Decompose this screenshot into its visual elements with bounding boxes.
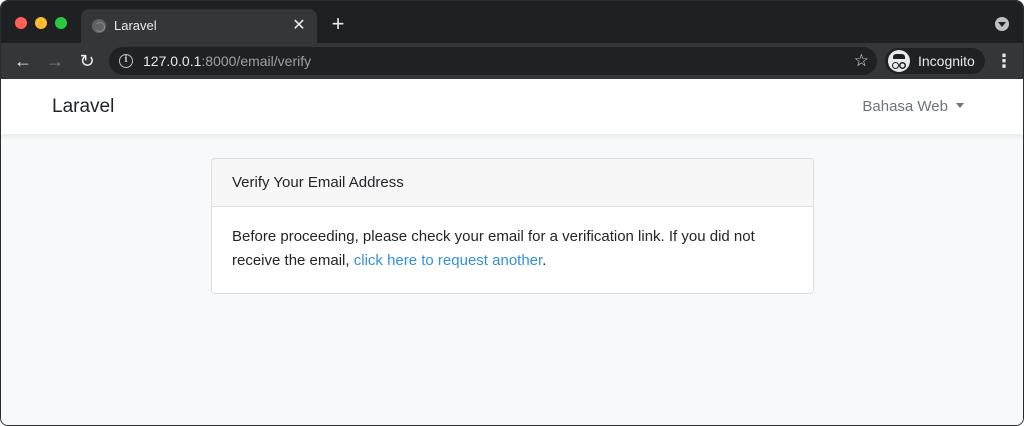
back-button[interactable]: ← — [11, 49, 35, 73]
globe-icon — [92, 19, 106, 33]
browser-window: Laravel ✕ + ← → ↻ i 127.0.0.1:8000/email… — [0, 0, 1024, 426]
maximize-window-button[interactable] — [55, 17, 67, 29]
bookmark-star-icon[interactable]: ☆ — [854, 51, 869, 71]
brand-link[interactable]: Laravel — [52, 96, 114, 118]
incognito-label: Incognito — [918, 53, 975, 69]
browser-toolbar: ← → ↻ i 127.0.0.1:8000/email/verify ☆ In… — [1, 43, 1023, 79]
verify-email-card: Verify Your Email Address Before proceed… — [211, 158, 814, 294]
forward-button[interactable]: → — [43, 49, 67, 73]
url-text[interactable]: 127.0.0.1:8000/email/verify — [143, 53, 311, 69]
url-path: :8000/email/verify — [201, 53, 312, 69]
card-title: Verify Your Email Address — [232, 174, 404, 191]
new-tab-button[interactable]: + — [327, 13, 349, 35]
language-dropdown[interactable]: Bahasa Web — [862, 98, 964, 116]
site-info-icon[interactable]: i — [119, 54, 133, 68]
browser-menu-icon[interactable]: ⋮ — [995, 49, 1013, 73]
url-host: 127.0.0.1 — [143, 53, 202, 69]
message-period: . — [542, 252, 547, 269]
reload-button[interactable]: ↻ — [75, 49, 99, 73]
resend-verification-link[interactable]: click here to request another — [354, 252, 542, 269]
tab-search-icon[interactable] — [995, 17, 1009, 31]
close-tab-icon[interactable]: ✕ — [289, 16, 309, 36]
card-header: Verify Your Email Address — [212, 159, 813, 207]
incognito-profile-button[interactable]: Incognito — [885, 48, 985, 74]
address-bar[interactable]: i 127.0.0.1:8000/email/verify ☆ — [109, 47, 877, 75]
language-dropdown-label: Bahasa Web — [862, 98, 948, 115]
card-body: Before proceeding, please check your ema… — [232, 225, 797, 273]
site-navbar: Laravel Bahasa Web — [1, 79, 1023, 135]
minimize-window-button[interactable] — [35, 17, 47, 29]
tab-laravel[interactable]: Laravel ✕ — [81, 9, 317, 43]
incognito-icon — [888, 50, 910, 72]
page-viewport: Laravel Bahasa Web Verify Your Email Add… — [1, 79, 1023, 425]
tab-title: Laravel — [114, 18, 157, 33]
caret-down-icon — [956, 103, 964, 108]
tab-strip: Laravel ✕ + — [1, 1, 1023, 43]
close-window-button[interactable] — [15, 17, 27, 29]
